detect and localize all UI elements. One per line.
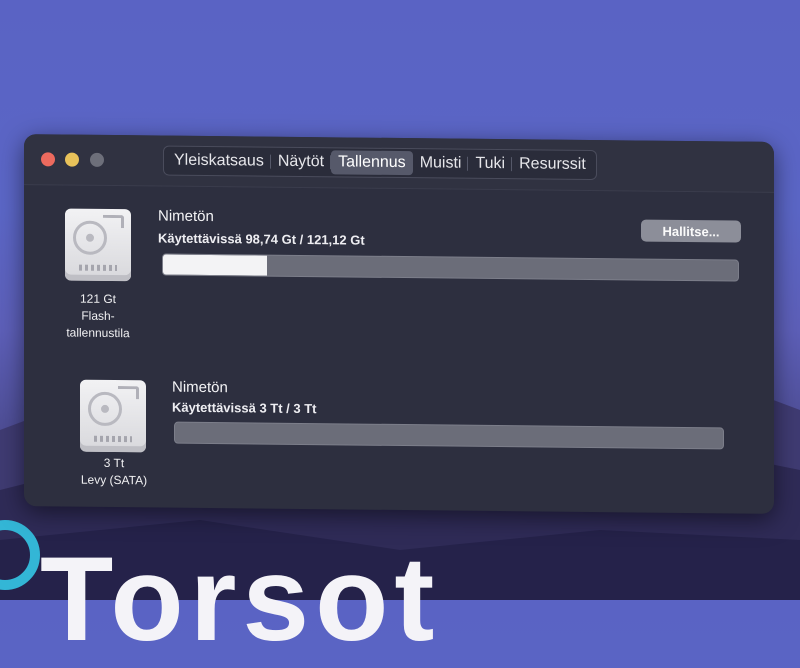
tab-storage[interactable]: Tallennus (331, 150, 413, 176)
disk-1-usage-fill (163, 254, 267, 276)
tab-support[interactable]: Tuki (468, 152, 512, 176)
disk-1-size: 121 Gt (79, 291, 117, 307)
disk-2-usage-bar (174, 421, 724, 450)
disk-1-available: Käytettävissä 98,74 Gt / 121,12 Gt (158, 230, 365, 248)
titlebar: Yleiskatsaus Näytöt Tallennus Muisti Tuk… (24, 134, 774, 193)
disk-2-size: 3 Tt (103, 455, 125, 471)
tab-memory[interactable]: Muisti (413, 151, 469, 176)
zoom-button[interactable] (90, 152, 104, 167)
disk-2-name: Nimetön (172, 378, 228, 397)
disk-1-type-line-1: Flash- (81, 308, 115, 324)
tab-bar: Yleiskatsaus Näytöt Tallennus Muisti Tuk… (163, 145, 597, 181)
disk-1-name: Nimetön (158, 207, 214, 226)
tab-displays[interactable]: Näytöt (271, 150, 331, 175)
flash-drive-icon (65, 208, 131, 282)
about-this-mac-window: Yleiskatsaus Näytöt Tallennus Muisti Tuk… (24, 134, 774, 514)
close-button[interactable] (41, 152, 55, 167)
sata-drive-icon (80, 379, 146, 453)
disk-1-type-line-2: tallennustila (66, 325, 130, 341)
minimize-button[interactable] (65, 152, 79, 167)
tab-resources[interactable]: Resurssit (512, 152, 593, 177)
tab-overview[interactable]: Yleiskatsaus (167, 149, 271, 174)
disk-2-available: Käytettävissä 3 Tt / 3 Tt (172, 399, 317, 417)
disk-1-usage-bar (162, 253, 739, 282)
disk-2-caption: 3 Tt Levy (SATA) (64, 454, 164, 489)
disk-2-type: Levy (SATA) (80, 472, 148, 488)
manage-button[interactable]: Hallitse... (641, 219, 741, 243)
disk-1-caption: 121 Gt Flash- tallennustila (48, 290, 148, 342)
wallpaper-text: Torsot (40, 532, 441, 666)
